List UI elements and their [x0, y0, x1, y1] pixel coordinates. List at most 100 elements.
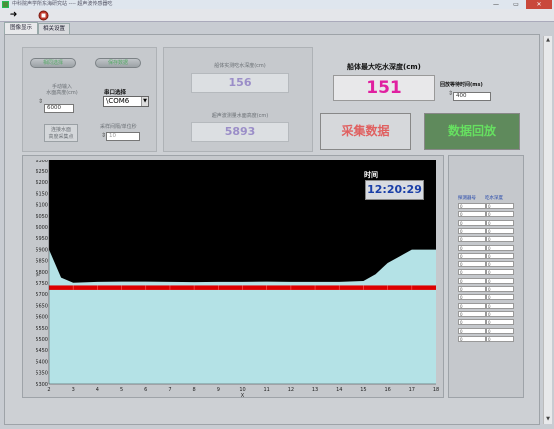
table-cell-sensor[interactable]: 0	[458, 261, 486, 268]
table-cell-depth[interactable]: 0	[486, 294, 514, 301]
table-cell-sensor[interactable]: 0	[458, 302, 486, 309]
x-tick-label: 11	[264, 387, 270, 393]
table-cell-depth[interactable]: 0	[486, 219, 514, 226]
table-cell-depth[interactable]: 0	[486, 302, 514, 309]
draft-label: 船体实测吃水深度(cm)	[214, 63, 266, 69]
draft-readout: 156	[191, 73, 289, 93]
y-tick-label: 5450	[36, 348, 48, 354]
table-cell-sensor[interactable]: 0	[458, 269, 486, 276]
water-depth-label: 手动输入 水面高度(cm)	[46, 84, 78, 96]
maximize-button[interactable]: ▭	[506, 0, 526, 9]
playback-button[interactable]: 数据回放	[424, 113, 520, 150]
table-cell-sensor[interactable]: 0	[458, 327, 486, 334]
time-readout: 12:20:29	[365, 180, 424, 200]
table-cell-sensor[interactable]: 0	[458, 286, 486, 292]
table-cell-depth[interactable]: 0	[486, 236, 514, 243]
stepper-icon[interactable]: ⇕	[448, 90, 453, 100]
chevron-down-icon[interactable]: ▼	[141, 97, 148, 106]
app-icon	[2, 1, 9, 8]
x-tick-label: 17	[409, 387, 415, 393]
table-cell-depth[interactable]: 0	[486, 203, 514, 209]
table-cell-sensor[interactable]: 0	[458, 219, 486, 226]
y-tick-label: 5950	[36, 236, 48, 242]
table-cell-sensor[interactable]: 0	[458, 227, 486, 234]
table-cell-sensor[interactable]: 0	[458, 335, 486, 342]
y-tick-label: 5850	[36, 259, 48, 265]
stop-icon[interactable]	[38, 10, 49, 21]
table-cell-depth[interactable]: 0	[486, 327, 514, 334]
table-cell-depth[interactable]: 0	[486, 211, 514, 218]
max-draft-readout: 151	[333, 75, 435, 101]
table-cell-depth[interactable]: 0	[486, 227, 514, 234]
table-cell-depth[interactable]: 0	[486, 244, 514, 251]
port-label: 串口选择	[104, 90, 127, 96]
interval-label: 回放等待时间(ms)	[440, 82, 483, 88]
interval-input[interactable]: 400	[453, 92, 491, 101]
y-tick-label: 5400	[36, 359, 48, 365]
y-tick-label: 5700	[36, 292, 48, 298]
table-cell-sensor[interactable]: 0	[458, 211, 486, 218]
table-cell-sensor[interactable]: 0	[458, 244, 486, 251]
sample-label: 采样间隔/单位秒	[100, 124, 137, 130]
table-cell-sensor[interactable]: 0	[458, 294, 486, 301]
reverse-button-line1: 连接水面	[50, 127, 71, 133]
y-tick-label: 5550	[36, 326, 48, 332]
table-header-sensor: 探测器号	[458, 196, 476, 201]
water-depth-input[interactable]: 6000	[44, 104, 74, 113]
table-cell-sensor[interactable]: 0	[458, 252, 486, 259]
arrow-right-icon[interactable]: ➜	[8, 10, 19, 21]
table-cell-depth[interactable]: 0	[486, 277, 514, 284]
reverse-button[interactable]: 连接水面 高度采集点	[44, 124, 78, 142]
scroll-down-icon[interactable]: ▼	[544, 415, 552, 424]
table-cell-sensor[interactable]: 0	[458, 203, 486, 209]
x-tick-label: 7	[168, 387, 171, 393]
table-cell-depth[interactable]: 0	[486, 310, 514, 317]
x-tick-label: 4	[96, 387, 99, 393]
x-tick-label: 13	[312, 387, 318, 393]
x-tick-label: 2	[47, 387, 50, 393]
tab-image-display[interactable]: 图像显示	[4, 22, 38, 34]
window-title: 中科院声学所东海研究站 ---- 超声波传感器吃	[12, 1, 113, 7]
y-tick-label: 6300	[36, 160, 48, 164]
y-tick-label: 6100	[36, 203, 48, 209]
x-tick-label: 3	[72, 387, 75, 393]
port-value: \COM6	[106, 97, 130, 105]
table-cell-sensor[interactable]: 0	[458, 310, 486, 317]
table-cell-sensor[interactable]: 0	[458, 277, 486, 284]
table-cell-depth[interactable]: 0	[486, 252, 514, 259]
scroll-up-icon[interactable]: ▲	[544, 36, 552, 45]
y-tick-label: 6000	[36, 225, 48, 231]
window-title-bar: 中科院声学所东海研究站 ---- 超声波传感器吃	[0, 0, 554, 9]
stepper-icon[interactable]: ⇕	[101, 132, 106, 141]
x-tick-label: 12	[288, 387, 294, 393]
x-tick-label: 15	[360, 387, 366, 393]
y-tick-label: 6200	[36, 180, 48, 186]
y-tick-label: 6150	[36, 191, 48, 197]
x-tick-label: 18	[433, 387, 439, 393]
table-cell-depth[interactable]: 0	[486, 286, 514, 292]
time-label: 时间	[364, 171, 378, 179]
minimize-button[interactable]: —	[486, 0, 506, 9]
toolbar	[0, 9, 554, 22]
table-cell-sensor[interactable]: 0	[458, 319, 486, 326]
table-cell-depth[interactable]: 0	[486, 335, 514, 342]
table-cell-depth[interactable]: 0	[486, 269, 514, 276]
x-tick-label: 8	[193, 387, 196, 393]
y-tick-label: 5650	[36, 303, 48, 309]
collect-data-button[interactable]: 采集数据	[320, 113, 411, 150]
sensor-table-panel	[448, 155, 524, 398]
led-button-1[interactable]: 相同选择	[30, 58, 76, 68]
stepper-icon[interactable]: ⇕	[38, 98, 43, 114]
vertical-scrollbar[interactable]: ▲ ▼	[543, 36, 552, 424]
tab-settings[interactable]: 相关设置	[38, 23, 70, 34]
x-axis-label: X	[241, 393, 245, 398]
save-data-button[interactable]: 保存数据	[95, 58, 141, 68]
table-cell-depth[interactable]: 0	[486, 261, 514, 268]
table-cell-sensor[interactable]: 0	[458, 236, 486, 243]
close-button[interactable]: ✕	[526, 0, 552, 9]
table-cell-depth[interactable]: 0	[486, 319, 514, 326]
y-tick-label: 5350	[36, 371, 48, 377]
x-tick-label: 5	[120, 387, 123, 393]
y-tick-label: 5900	[36, 247, 48, 253]
sample-input[interactable]: 10	[106, 132, 140, 141]
